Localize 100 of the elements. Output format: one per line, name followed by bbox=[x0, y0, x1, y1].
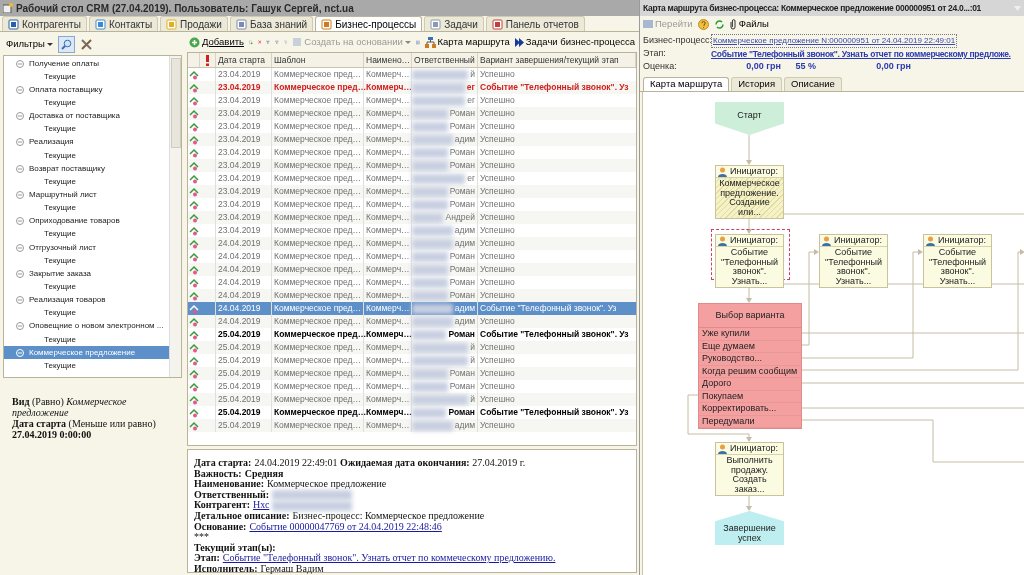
collapse-icon[interactable] bbox=[16, 243, 24, 252]
table-cell-text: Событие "Телефонный звонок". Уз bbox=[479, 406, 630, 419]
tree-item[interactable]: Закрытие заказа bbox=[4, 267, 169, 281]
tree-item[interactable]: Текущие bbox=[4, 306, 169, 320]
link[interactable]: Событие 00000047769 от 24.04.2019 22:48:46 bbox=[249, 521, 442, 533]
table-row[interactable]: 24.04.2019 Коммерческое пред… Коммерч… адим Успешно bbox=[188, 315, 636, 328]
choice-option[interactable]: Руководство... bbox=[699, 353, 801, 366]
collapse-icon[interactable] bbox=[16, 269, 24, 278]
tree-item[interactable]: Текущие bbox=[4, 227, 169, 241]
collapse-icon[interactable] bbox=[16, 190, 24, 199]
choice-option[interactable]: Когда решим сообщим bbox=[699, 365, 801, 378]
tab-icon bbox=[166, 18, 178, 30]
table-row[interactable]: 23.04.2019 Коммерческое пред… Коммерч… Андрей Успешно bbox=[188, 211, 636, 224]
table-row[interactable]: 23.04.2019 Коммерческое пред… Коммерч… Роман Успешно bbox=[188, 185, 636, 198]
tree-item[interactable]: Текущие bbox=[4, 149, 169, 163]
link[interactable]: Событие "Телефонный звонок". Узнать отчет по коммеческому предложению. bbox=[222, 553, 556, 564]
choice-option[interactable]: Корректировать... bbox=[699, 403, 801, 416]
tab[interactable]: Описание bbox=[784, 77, 842, 91]
tab[interactable]: Задачи bbox=[424, 16, 484, 31]
table-row[interactable]: 23.04.2019 Коммерческое пред… Коммерч… Роман Успешно bbox=[188, 159, 636, 172]
process-tasks-button[interactable]: Задачи бизнес-процесса bbox=[514, 34, 635, 50]
tree-item[interactable]: Получение оплаты bbox=[4, 57, 169, 71]
table-row[interactable]: 24.04.2019 Коммерческое пред… Коммерч… адим Успешно bbox=[188, 237, 636, 250]
search-button[interactable] bbox=[57, 35, 75, 53]
tree-item[interactable]: Текущие bbox=[4, 201, 169, 215]
field-value: 24.04.2019 22:49:01 Ожидаемая дата окончания: 27.04.2019 г. bbox=[254, 458, 526, 469]
tree-item[interactable]: Оплата поставщику bbox=[4, 83, 169, 97]
choice-option[interactable]: Передумали bbox=[699, 415, 801, 428]
end-node[interactable]: Завершение успех bbox=[715, 511, 784, 545]
link[interactable]: Коммерческое предложение N:000000951 от 24.04.2019 22:49:01 bbox=[711, 34, 958, 48]
column-header[interactable]: Шаблон bbox=[272, 53, 364, 67]
tree-item[interactable]: Текущие bbox=[4, 175, 169, 189]
link[interactable]: Нхс bbox=[252, 500, 270, 511]
table-row[interactable]: 25.04.2019 Коммерческое пред… Коммерч… й Успешно bbox=[188, 341, 636, 354]
process-icon bbox=[189, 173, 199, 184]
tree-item[interactable]: Оприходование товаров bbox=[4, 214, 169, 228]
tab[interactable]: Контакты bbox=[88, 16, 159, 31]
task-node[interactable]: Инициатор: Событие "Телефонный звонок". Узнать... bbox=[715, 234, 784, 288]
task-node[interactable]: Инициатор: Выполнить продажу. Создать заказ... bbox=[715, 442, 784, 496]
caret-icon[interactable] bbox=[1014, 5, 1021, 11]
choice-option[interactable]: Уже купили bbox=[699, 328, 801, 341]
files-button[interactable]: Файлы bbox=[729, 16, 769, 32]
tree-item[interactable]: Текущие bbox=[4, 70, 169, 84]
collapse-icon[interactable] bbox=[16, 138, 24, 147]
tree-item[interactable]: Доставка от поставщика bbox=[4, 109, 169, 123]
table-row[interactable]: 25.04.2019 Коммерческое пред… Коммерч… й Успешно bbox=[188, 393, 636, 406]
choice-node[interactable]: Выбор варианта Уже купили Еще думаем Руководство... Когда решим сообщим Дорого Покупаем Корректировать... Передумали bbox=[698, 303, 802, 429]
tree-item[interactable]: Текущие bbox=[4, 332, 169, 347]
collapse-icon[interactable] bbox=[16, 217, 24, 226]
table-row[interactable]: 24.04.2019 Коммерческое пред… Коммерч… Роман Успешно bbox=[188, 289, 636, 302]
choice-option[interactable]: Покупаем bbox=[699, 390, 801, 403]
refresh-icon[interactable] bbox=[713, 18, 725, 30]
tree-item[interactable]: Текущие bbox=[4, 280, 169, 294]
tree-item[interactable]: Маршрутный лист bbox=[4, 188, 169, 202]
process-icon bbox=[189, 212, 199, 223]
column-header[interactable]: Наимено… bbox=[364, 53, 412, 67]
tree-item[interactable]: Реализация товаров bbox=[4, 293, 169, 307]
table-row[interactable]: 24.04.2019 Коммерческое пред… Коммерч… Роман Успешно bbox=[188, 263, 636, 276]
choice-option[interactable]: Еще думаем bbox=[699, 340, 801, 353]
table-row[interactable]: 23.04.2019 Коммерческое пред… Коммерч… адим Успешно bbox=[188, 133, 636, 146]
tree-item[interactable]: Отгрузочный лист bbox=[4, 240, 169, 255]
column-header[interactable]: Дата старта bbox=[216, 53, 272, 67]
tree-item[interactable]: Текущие bbox=[4, 359, 169, 373]
task-node[interactable]: Инициатор: Событие "Телефонный звонок". Узнать... bbox=[923, 234, 992, 288]
tree-item[interactable]: Оповещние о новом электронном ... bbox=[4, 319, 169, 333]
table-row[interactable]: 23.04.2019 Коммерческое пред…Коммерч… ег Событие "Телефонный звонок". Уз bbox=[188, 81, 636, 94]
collapse-icon[interactable] bbox=[16, 85, 24, 94]
choice-option[interactable]: Дорого bbox=[699, 378, 801, 391]
tree-item[interactable]: Возврат поставщику bbox=[4, 162, 169, 176]
table-row[interactable]: 23.04.2019 Коммерческое пред… Коммерч… Роман Успешно bbox=[188, 107, 636, 120]
collapse-icon[interactable] bbox=[16, 164, 24, 173]
tree-item[interactable]: Текущие bbox=[4, 96, 169, 110]
column-header[interactable]: Ответственный bbox=[412, 53, 478, 67]
tab[interactable]: Продажи bbox=[160, 16, 228, 31]
collapse-icon[interactable] bbox=[16, 322, 24, 331]
table-row[interactable]: 25.04.2019 Коммерческое пред… Коммерч… Роман Успешно bbox=[188, 367, 636, 380]
tab[interactable]: Карта маршрута bbox=[643, 77, 730, 91]
tree-item[interactable]: Текущие bbox=[4, 254, 169, 268]
collapse-icon[interactable] bbox=[16, 296, 24, 305]
table-row[interactable]: 25.04.2019 Коммерческое пред… Коммерч… адим Успешно bbox=[188, 419, 636, 432]
start-node[interactable]: Старт bbox=[715, 102, 784, 135]
tab[interactable]: Панель отчетов bbox=[485, 16, 585, 31]
route-map-button[interactable]: Карта маршрута bbox=[424, 34, 510, 50]
task-node[interactable]: Инициатор: Событие "Телефонный звонок". Узнать... bbox=[819, 234, 888, 288]
delete-icon[interactable] bbox=[257, 37, 262, 47]
collapse-icon[interactable] bbox=[16, 59, 24, 68]
collapse-icon[interactable] bbox=[16, 112, 24, 121]
tab[interactable]: База знаний bbox=[229, 16, 314, 31]
tab[interactable]: История bbox=[731, 77, 783, 91]
tab[interactable]: Бизнес-процессы bbox=[315, 16, 423, 31]
tree-item[interactable]: Реализация bbox=[4, 135, 169, 149]
filters-button[interactable]: Фильтры bbox=[6, 36, 53, 52]
task-node[interactable]: Инициатор: Коммерческое предложение. Создание или... bbox=[715, 165, 784, 219]
column-header[interactable]: Вариант завершения/текущий этап bbox=[478, 53, 636, 67]
tab[interactable]: Контрагенты bbox=[2, 16, 87, 31]
tree-item[interactable]: Текущие bbox=[4, 122, 169, 136]
add-button[interactable]: Добавить bbox=[189, 34, 244, 50]
link[interactable]: Событие "Телефонный звонок". Узнать отчет по коммерческому предложе. bbox=[711, 47, 1011, 61]
help-icon[interactable] bbox=[697, 18, 709, 30]
scrollbar[interactable] bbox=[169, 56, 181, 377]
